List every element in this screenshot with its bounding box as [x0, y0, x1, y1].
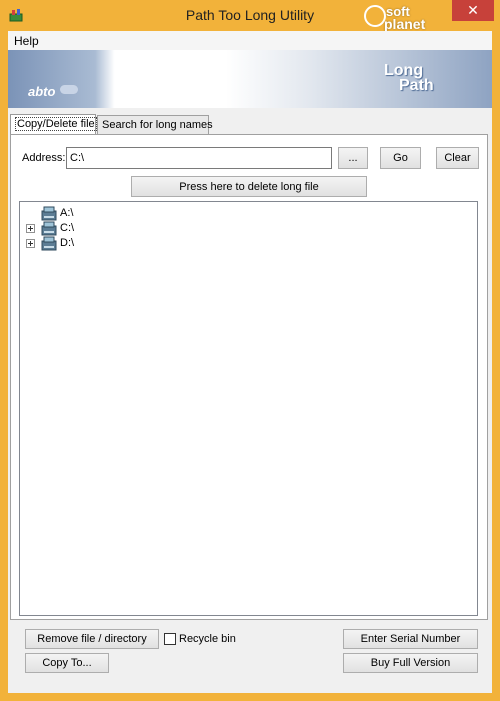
tree-item-label: C:\ — [60, 222, 75, 234]
recycle-bin-checkbox[interactable] — [164, 633, 176, 645]
tab-search-long-names[interactable]: Search for long names — [97, 115, 213, 134]
expand-icon[interactable] — [26, 224, 35, 233]
tree-item-label: D:\ — [60, 237, 75, 249]
drive-icon — [41, 206, 57, 221]
watermark-line2: planet — [384, 16, 426, 32]
copy-delete-panel: Address: ... Go Clear Press here to dele… — [10, 134, 488, 620]
app-window: Path Too Long Utility soft planet ✕ Help… — [0, 0, 500, 701]
tab-copy-delete[interactable]: Copy/Delete file — [10, 114, 97, 135]
expand-icon[interactable] — [26, 239, 35, 248]
cloud-icon — [60, 85, 78, 94]
tab-copy-delete-label: Copy/Delete file — [15, 117, 97, 131]
menu-bar: Help — [8, 31, 492, 50]
product-logo: Long Path — [384, 63, 434, 94]
watermark: soft planet — [362, 3, 446, 33]
close-icon: ✕ — [467, 2, 479, 18]
browse-button[interactable]: ... — [338, 147, 368, 169]
title-bar[interactable]: Path Too Long Utility soft planet ✕ — [0, 0, 500, 31]
drive-tree[interactable]: A:\ C:\ D:\ — [19, 201, 478, 616]
watermark-circle-icon — [364, 5, 386, 27]
drive-icon — [41, 236, 57, 251]
tree-item-label: A:\ — [60, 207, 74, 219]
brand-logo: abto — [28, 84, 56, 99]
buy-full-version-button[interactable]: Buy Full Version — [343, 653, 478, 673]
enter-serial-number-button[interactable]: Enter Serial Number — [343, 629, 478, 649]
tab-search-long-names-label: Search for long names — [102, 119, 213, 131]
banner: abto Long Path — [8, 50, 492, 108]
go-button[interactable]: Go — [380, 147, 421, 169]
address-label: Address: — [22, 152, 66, 164]
address-input[interactable] — [66, 147, 332, 169]
client-area: Help abto Long Path Copy/Delete file Sea… — [8, 31, 492, 693]
product-logo-line2: Path — [399, 77, 434, 94]
drive-icon — [41, 221, 57, 236]
delete-long-file-button[interactable]: Press here to delete long file — [131, 176, 367, 197]
copy-to-button[interactable]: Copy To... — [25, 653, 109, 673]
clear-button[interactable]: Clear — [436, 147, 479, 169]
menu-help[interactable]: Help — [14, 34, 39, 48]
recycle-bin-label: Recycle bin — [179, 633, 236, 645]
remove-file-directory-button[interactable]: Remove file / directory — [25, 629, 159, 649]
close-button[interactable]: ✕ — [452, 0, 494, 21]
